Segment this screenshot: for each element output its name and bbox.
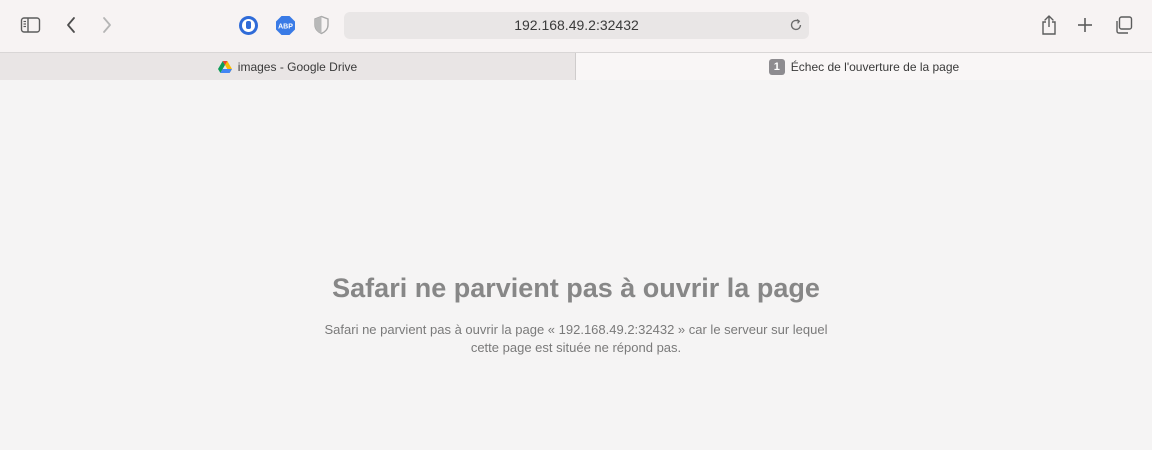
privacy-blocker-icon[interactable]: [238, 15, 259, 36]
reload-icon[interactable]: [789, 18, 803, 32]
google-drive-icon: [217, 60, 232, 73]
error-title: Safari ne parvient pas à ouvrir la page: [332, 273, 820, 303]
plus-icon[interactable]: [1076, 16, 1094, 34]
browser-toolbar: ABP 192.168.49.2:32432: [0, 0, 1152, 52]
sidebar-icon[interactable]: [20, 16, 42, 34]
address-bar[interactable]: 192.168.49.2:32432: [344, 12, 809, 39]
error-message: Safari ne parvient pas à ouvrir la page …: [324, 322, 828, 355]
adblock-plus-icon[interactable]: ABP: [275, 15, 296, 36]
tab-bar: images - Google Drive 1 Échec de l'ouver…: [0, 52, 1152, 80]
svg-text:ABP: ABP: [278, 23, 293, 30]
share-icon[interactable]: [1039, 13, 1059, 37]
tab-label: Échec de l'ouverture de la page: [790, 59, 960, 74]
page-content: [0, 80, 1152, 450]
forward-icon[interactable]: [97, 15, 115, 35]
tab-count-badge: 1: [768, 58, 785, 75]
tab-google-drive[interactable]: images - Google Drive: [0, 53, 576, 80]
tab-error-page[interactable]: 1 Échec de l'ouverture de la page: [576, 53, 1152, 80]
tabs-overview-icon[interactable]: [1114, 15, 1134, 35]
shield-icon[interactable]: [313, 15, 330, 35]
tab-label: images - Google Drive: [237, 59, 358, 74]
back-icon[interactable]: [63, 15, 81, 35]
address-text[interactable]: 192.168.49.2:32432: [344, 12, 809, 39]
